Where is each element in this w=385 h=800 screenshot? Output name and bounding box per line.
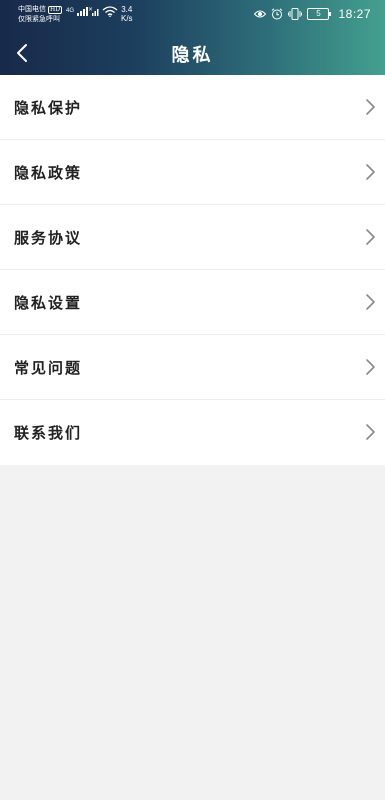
chevron-right-icon [366,99,375,115]
carrier-info: 中国电信 HD 仅限紧急呼叫 [18,4,63,24]
speed-unit: K/s [121,14,133,23]
menu-item-label: 联系我们 [14,424,83,442]
wifi-icon [102,6,118,19]
chevron-right-icon [366,359,375,375]
eye-icon [254,10,267,18]
app-header: 中国电信 HD 仅限紧急呼叫 4G × 3.4 K/s 5 18:27 隐私 [0,0,385,75]
menu-item-label: 常见问题 [14,359,83,377]
svg-text:×: × [88,6,93,13]
menu-item-privacy-settings[interactable]: 隐私设置 [0,270,385,335]
status-right-group: 5 18:27 [254,7,371,21]
hd-badge: HD [48,6,63,14]
menu-item-label: 隐私设置 [14,294,83,312]
menu-item-label: 隐私保护 [14,99,83,117]
speed-value: 3.4 [121,5,133,14]
carrier-name: 中国电信 [18,5,46,13]
status-bar: 中国电信 HD 仅限紧急呼叫 4G × 3.4 K/s 5 18:27 [0,0,385,30]
privacy-menu-list: 隐私保护 隐私政策 服务协议 隐私设置 常见问题 联系我们 [0,75,385,465]
network-type: 4G [66,8,75,14]
chevron-right-icon [366,424,375,440]
menu-item-label: 隐私政策 [14,164,83,182]
menu-item-privacy-policy[interactable]: 隐私政策 [0,140,385,205]
menu-item-service-agreement[interactable]: 服务协议 [0,205,385,270]
chevron-right-icon [366,164,375,180]
cell-signal-icon: 4G [66,6,91,18]
vibrate-icon [288,8,303,20]
page-title: 隐私 [171,45,214,66]
clock-time: 18:27 [338,7,371,21]
alarm-icon [272,8,283,20]
no-sim-signal-icon: × [88,6,100,18]
battery-icon: 5 [307,8,332,20]
menu-item-faq[interactable]: 常见问题 [0,335,385,400]
chevron-right-icon [366,294,375,310]
emergency-only-text: 仅限紧急呼叫 [18,15,60,23]
menu-item-privacy-protection[interactable]: 隐私保护 [0,75,385,140]
menu-item-contact-us[interactable]: 联系我们 [0,400,385,465]
chevron-right-icon [366,229,375,245]
network-speed: 3.4 K/s [121,5,133,23]
menu-item-label: 服务协议 [14,229,83,247]
